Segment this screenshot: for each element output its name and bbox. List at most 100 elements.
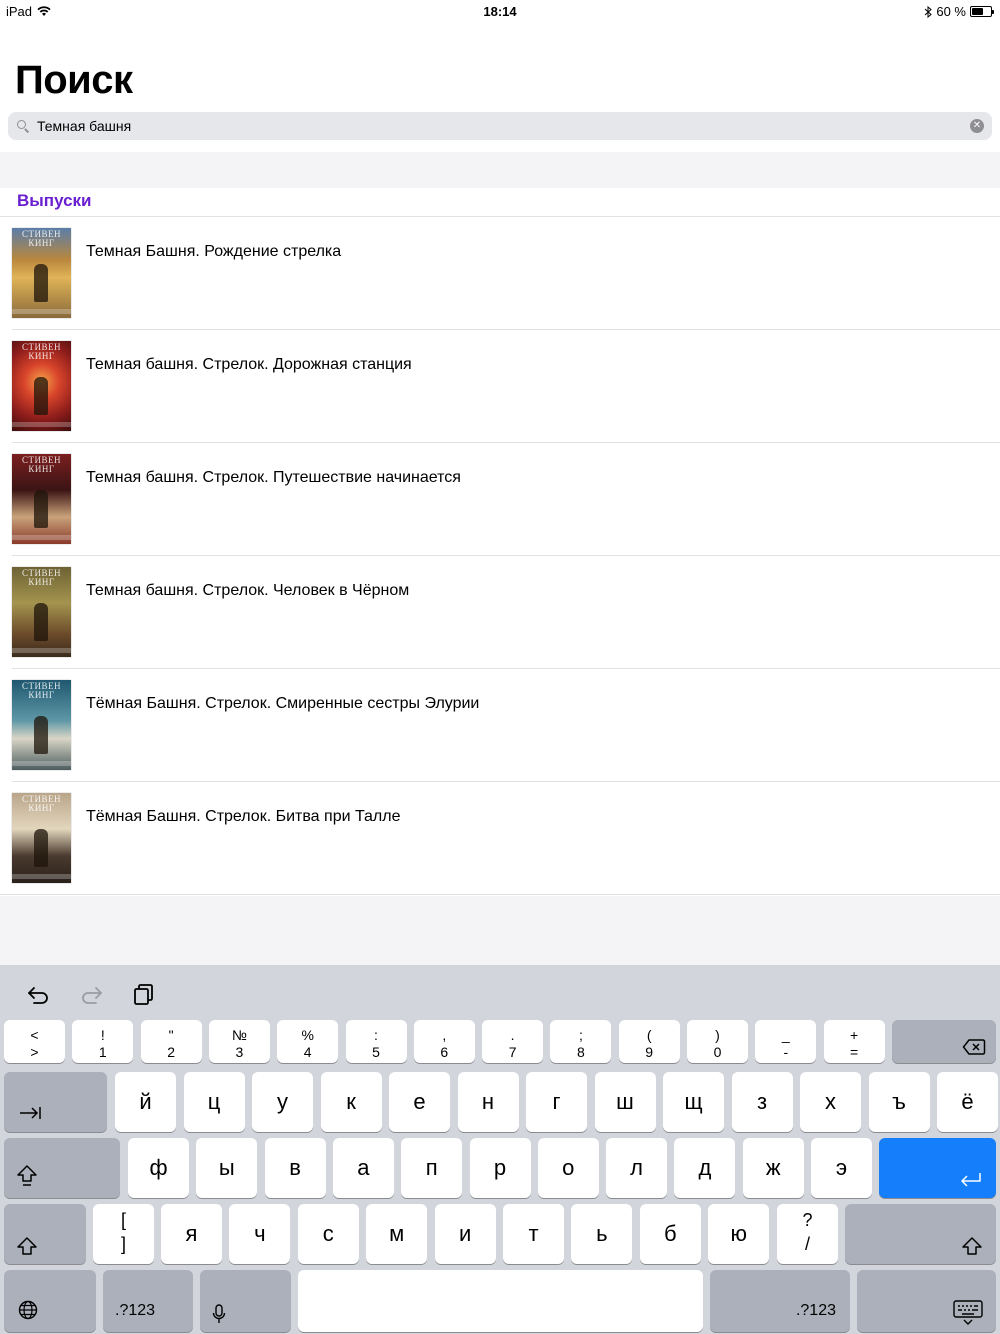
key-letter[interactable]: в xyxy=(264,1138,326,1198)
key-letter[interactable]: й xyxy=(115,1072,176,1132)
key-10[interactable]: (9 xyxy=(618,1020,680,1063)
caps-lock-icon xyxy=(16,1164,38,1193)
key-letter[interactable]: о xyxy=(537,1138,599,1198)
list-item-title: Тёмная Башня. Стрелок. Смиренные сестры … xyxy=(86,695,480,712)
key-letter[interactable]: т xyxy=(503,1204,564,1264)
key-3[interactable]: " 2 xyxy=(140,1020,202,1063)
list-item-title: Темная башня. Стрелок. Путешествие начин… xyxy=(86,469,461,486)
key-letter[interactable]: и xyxy=(434,1204,496,1264)
numbers-key[interactable]: .?123 xyxy=(103,1270,193,1332)
shift-icon xyxy=(16,1236,38,1261)
book-cover-image: СТИВЕН КИНГ xyxy=(12,680,71,770)
search-input[interactable] xyxy=(36,112,970,140)
key-letter[interactable]: а xyxy=(332,1138,394,1198)
key-letter[interactable]: щ xyxy=(663,1072,724,1132)
key-letter[interactable]: ж xyxy=(742,1138,804,1198)
undo-icon[interactable] xyxy=(26,981,52,1007)
key-letter[interactable]: л xyxy=(606,1138,668,1198)
list-item-title: Темная башня. Стрелок. Дорожная станция xyxy=(86,356,412,373)
list-item[interactable]: СТИВЕН КИНГ Темная Башня. Рождение стрелк… xyxy=(0,217,1000,330)
key-13[interactable]: + = xyxy=(823,1020,885,1063)
key-letter[interactable]: ш xyxy=(594,1072,656,1132)
list-footer xyxy=(0,896,1000,966)
numbers-key-label: .?123 xyxy=(795,1302,836,1319)
key-letter[interactable]: с xyxy=(297,1204,359,1264)
list-item-title: Темная башня. Стрелок. Человек в Чёрном xyxy=(86,582,410,599)
search-bar[interactable]: ✕ xyxy=(8,112,992,140)
key-letter[interactable]: ч xyxy=(229,1204,291,1264)
book-cover-image: СТИВЕН КИНГ xyxy=(12,228,71,318)
paste-icon[interactable] xyxy=(131,981,157,1007)
key-letter[interactable]: п xyxy=(401,1138,463,1198)
key-1[interactable]: < > xyxy=(4,1020,65,1063)
bluetooth-icon xyxy=(925,5,933,18)
key-letter[interactable]: ц xyxy=(183,1072,245,1132)
key-4[interactable]: № 3 xyxy=(208,1020,270,1063)
key-letter[interactable]: н xyxy=(457,1072,519,1132)
list-item[interactable]: СТИВЕН КИНГ Темная башня. Стрелок. Дорожн… xyxy=(0,330,1000,443)
slash-key[interactable]: ? / xyxy=(777,1204,838,1264)
shift-right-key[interactable] xyxy=(845,1204,996,1264)
key-11[interactable]: ) 0 xyxy=(687,1020,748,1063)
book-cover-image: СТИВЕН КИНГ xyxy=(12,454,71,544)
key-letter[interactable]: у xyxy=(252,1072,313,1132)
key-letter[interactable]: м xyxy=(366,1204,428,1264)
numbers-key[interactable]: .?123 xyxy=(710,1270,850,1332)
key-letter[interactable]: х xyxy=(800,1072,861,1132)
hide-keyboard-key[interactable] xyxy=(857,1270,996,1332)
key-12[interactable]: _ - xyxy=(755,1020,817,1063)
return-icon xyxy=(959,1172,983,1193)
key-letter[interactable]: к xyxy=(320,1072,382,1132)
battery-icon xyxy=(970,6,994,17)
key-letter[interactable]: б xyxy=(639,1204,701,1264)
shortcut-bar xyxy=(0,965,1000,1017)
delete-key[interactable] xyxy=(892,1020,996,1063)
keyboard-dismiss-icon xyxy=(953,1300,983,1331)
page-title: Поиск xyxy=(15,58,133,102)
status-bar: iPad 18:14 60 % xyxy=(0,0,1000,22)
redo-icon[interactable] xyxy=(78,981,104,1007)
key-letter[interactable]: ё xyxy=(937,1072,998,1132)
search-icon xyxy=(8,112,36,140)
shift-icon xyxy=(961,1236,983,1261)
key-letter[interactable]: д xyxy=(674,1138,736,1198)
key-5[interactable]: % 4 xyxy=(277,1020,339,1063)
key-letter[interactable]: ь xyxy=(571,1204,633,1264)
key-letter[interactable]: з xyxy=(731,1072,793,1132)
key-letter[interactable]: э xyxy=(811,1138,872,1198)
key-letter[interactable]: г xyxy=(526,1072,587,1132)
clear-search-icon[interactable]: ✕ xyxy=(970,119,984,133)
status-time: 18:14 xyxy=(483,4,517,19)
list-item[interactable]: СТИВЕН КИНГ Темная башня. Стрелок. Путеше… xyxy=(0,443,1000,556)
dictation-key[interactable] xyxy=(200,1270,291,1332)
key-7[interactable]: ,6 xyxy=(413,1020,475,1063)
list-item[interactable]: СТИВЕН КИНГ Темная башня. Стрелок. Челове… xyxy=(0,556,1000,669)
key-6[interactable]: :5 xyxy=(345,1020,407,1063)
return-key[interactable] xyxy=(879,1138,996,1198)
section-header-issues: Выпуски xyxy=(17,191,92,210)
list-item[interactable]: СТИВЕН КИНГ Тёмная Башня. Стрелок. Смирен… xyxy=(0,669,1000,782)
key-letter[interactable]: е xyxy=(389,1072,450,1132)
microphone-icon xyxy=(212,1304,226,1329)
keyboard: < >! 1 " 2 № 3% 4:5, 6. 7; 8(9) 0 _ - + = й ц у к е н г ш щ з х ъ ё ф… xyxy=(0,965,1000,1334)
key-letter[interactable]: р xyxy=(469,1138,531,1198)
delete-icon xyxy=(962,1038,986,1061)
globe-key[interactable] xyxy=(4,1270,96,1332)
key-9[interactable]: ; 8 xyxy=(550,1020,612,1063)
globe-icon xyxy=(18,1300,38,1325)
list-item[interactable]: СТИВЕН КИНГ Тёмная Башня. Стрелок. Битва … xyxy=(0,782,1000,895)
bracket-key[interactable]: [] xyxy=(93,1204,154,1264)
tab-key[interactable] xyxy=(4,1072,107,1132)
key-letter[interactable]: ф xyxy=(128,1138,189,1198)
key-letter[interactable]: ю xyxy=(708,1204,770,1264)
key-letter[interactable]: ъ xyxy=(868,1072,930,1132)
shift-left-key[interactable] xyxy=(4,1204,86,1264)
key-letter[interactable]: я xyxy=(161,1204,222,1264)
key-2[interactable]: ! 1 xyxy=(72,1020,134,1063)
results-list: СТИВЕН КИНГ Темная Башня. Рождение стрелк… xyxy=(0,217,1000,895)
numbers-key-label: .?123 xyxy=(115,1302,156,1319)
key-letter[interactable]: ы xyxy=(196,1138,258,1198)
caps-lock-key[interactable] xyxy=(4,1138,120,1198)
space-key[interactable] xyxy=(298,1270,703,1332)
key-8[interactable]: .7 xyxy=(482,1020,544,1063)
